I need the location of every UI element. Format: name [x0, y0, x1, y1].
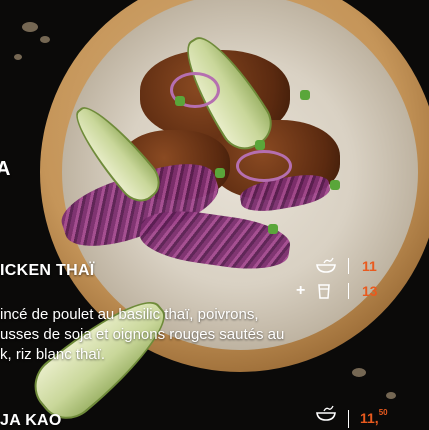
herb-piece: [330, 180, 340, 190]
plus-sign: +: [296, 282, 306, 299]
item-description-line: k, riz blanc thaï.: [0, 346, 106, 363]
section-letter: A: [0, 158, 11, 180]
crumb: [386, 392, 396, 399]
crumb: [14, 54, 22, 60]
combo-price: 13: [362, 283, 378, 299]
herb-piece: [175, 96, 185, 106]
price-cents: 50: [378, 408, 388, 417]
item-description-line: usses de soja et oignons rouges sautés a…: [0, 326, 285, 343]
crumb: [22, 22, 38, 32]
price-separator: [348, 283, 349, 299]
crumb: [40, 36, 50, 43]
item-title: JA KAO: [0, 412, 62, 429]
price-separator: [348, 258, 349, 274]
red-onion-ring: [236, 150, 292, 182]
item-description-line: incé de poulet au basilic thaï, poivrons…: [0, 306, 259, 323]
item-title: ICKEN THAÏ: [0, 262, 95, 279]
price-main: 11,: [360, 410, 379, 426]
cup-icon: [318, 284, 330, 299]
herb-piece: [215, 168, 225, 178]
bowl-price: 11: [362, 258, 377, 274]
bowl-icon: [316, 257, 336, 273]
herb-piece: [255, 140, 265, 150]
bowl-icon: [316, 405, 336, 421]
crumb: [352, 368, 366, 377]
item2-price: 11,50: [360, 408, 388, 426]
herb-piece: [300, 90, 310, 100]
herb-piece: [268, 224, 278, 234]
price-separator: [348, 410, 349, 428]
